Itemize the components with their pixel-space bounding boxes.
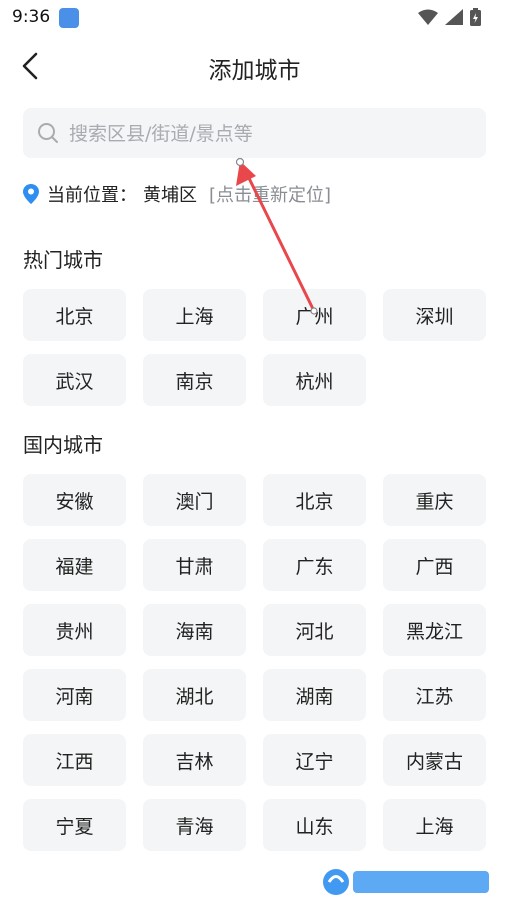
province-chip[interactable]: 北京 bbox=[263, 474, 366, 526]
province-chip[interactable]: 海南 bbox=[143, 604, 246, 656]
location-label: 当前位置： bbox=[47, 185, 137, 206]
current-location: 当前位置： 黄埔区 [点击重新定位] bbox=[23, 180, 331, 208]
city-chip[interactable]: 广州 bbox=[263, 289, 366, 341]
province-chip[interactable]: 辽宁 bbox=[263, 734, 366, 786]
province-chip[interactable]: 河北 bbox=[263, 604, 366, 656]
province-chip[interactable]: 广西 bbox=[383, 539, 486, 591]
relocate-link[interactable]: [点击重新定位] bbox=[209, 181, 331, 207]
location-value: 黄埔区 bbox=[143, 185, 197, 206]
status-bar: 9:36 bbox=[0, 0, 509, 34]
province-chip[interactable]: 青海 bbox=[143, 799, 246, 851]
watermark-logo bbox=[323, 869, 489, 895]
province-chip[interactable]: 江苏 bbox=[383, 669, 486, 721]
province-chip[interactable]: 广东 bbox=[263, 539, 366, 591]
province-chip[interactable]: 吉林 bbox=[143, 734, 246, 786]
province-chip[interactable]: 安徽 bbox=[23, 474, 126, 526]
search-input[interactable] bbox=[67, 108, 471, 160]
city-chip[interactable]: 武汉 bbox=[23, 354, 126, 406]
search-box[interactable] bbox=[23, 108, 486, 160]
city-chip[interactable]: 深圳 bbox=[383, 289, 486, 341]
hot-cities-grid: 北京 上海 广州 深圳 武汉 南京 杭州 bbox=[23, 289, 487, 406]
domestic-cities-title: 国内城市 bbox=[23, 433, 103, 457]
page-title: 添加城市 bbox=[208, 58, 301, 84]
province-chip[interactable]: 重庆 bbox=[383, 474, 486, 526]
hot-cities-title: 热门城市 bbox=[23, 248, 103, 272]
city-chip[interactable]: 南京 bbox=[143, 354, 246, 406]
header: 添加城市 bbox=[0, 34, 509, 98]
city-chip[interactable]: 上海 bbox=[143, 289, 246, 341]
province-chip[interactable]: 河南 bbox=[23, 669, 126, 721]
province-chip[interactable]: 内蒙古 bbox=[383, 734, 486, 786]
province-chip[interactable]: 山东 bbox=[263, 799, 366, 851]
domestic-cities-grid: 安徽 澳门 北京 重庆 福建 甘肃 广东 广西 贵州 海南 河北 黑龙江 河南 … bbox=[23, 474, 487, 851]
province-chip[interactable]: 福建 bbox=[23, 539, 126, 591]
battery-icon bbox=[470, 8, 481, 26]
province-chip[interactable]: 湖北 bbox=[143, 669, 246, 721]
city-chip[interactable]: 北京 bbox=[23, 289, 126, 341]
city-chip[interactable]: 杭州 bbox=[263, 354, 366, 406]
province-chip[interactable]: 江西 bbox=[23, 734, 126, 786]
province-chip[interactable]: 贵州 bbox=[23, 604, 126, 656]
province-chip[interactable]: 宁夏 bbox=[23, 799, 126, 851]
province-chip[interactable]: 上海 bbox=[383, 799, 486, 851]
wifi-icon bbox=[418, 9, 438, 25]
search-icon bbox=[38, 123, 58, 143]
status-time: 9:36 bbox=[12, 7, 51, 27]
province-chip[interactable]: 黑龙江 bbox=[383, 604, 486, 656]
status-icons bbox=[418, 8, 481, 26]
province-chip[interactable]: 湖南 bbox=[263, 669, 366, 721]
weather-app-icon bbox=[59, 8, 79, 28]
province-chip[interactable]: 甘肃 bbox=[143, 539, 246, 591]
location-pin-icon bbox=[23, 184, 39, 204]
province-chip[interactable]: 澳门 bbox=[143, 474, 246, 526]
signal-icon bbox=[445, 9, 463, 25]
